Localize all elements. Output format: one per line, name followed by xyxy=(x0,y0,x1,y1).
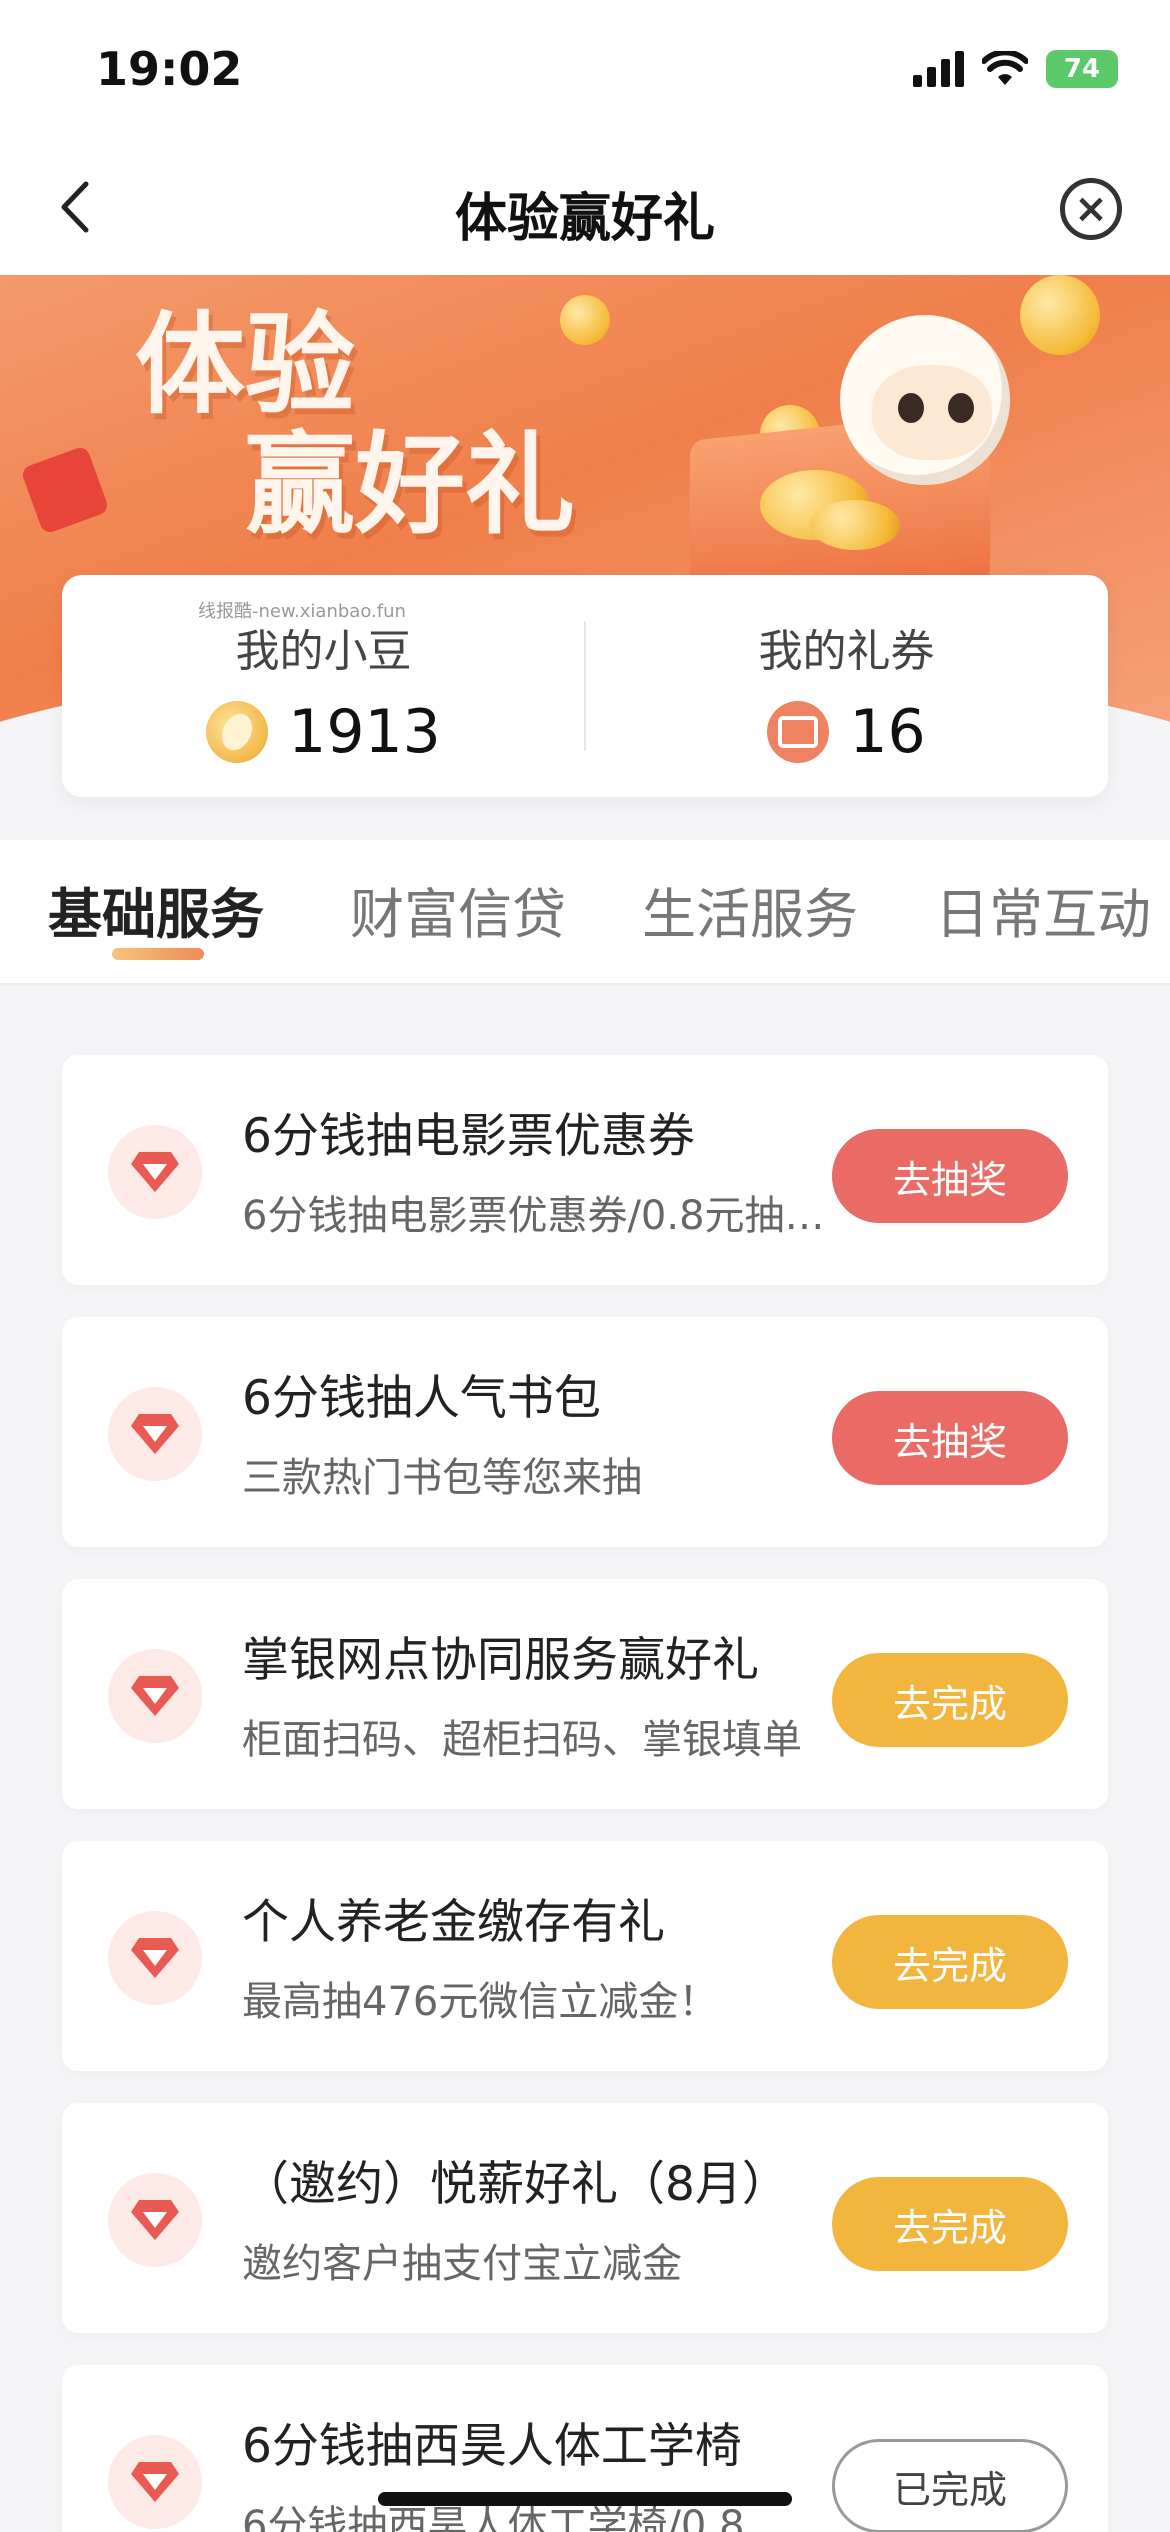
bean-icon xyxy=(206,701,269,763)
task-title: （邀约）悦薪好礼（8月） xyxy=(242,2157,789,2212)
coupons-label: 我的礼券 xyxy=(758,626,935,677)
home-indicator[interactable] xyxy=(378,2492,792,2506)
battery-icon: 74 xyxy=(1046,50,1118,88)
task-description: 柜面扫码、超柜扫码、掌银填单 xyxy=(242,1717,802,1763)
task-title: 6分钱抽人气书包 xyxy=(242,1371,601,1426)
task-description: 最高抽476元微信立减金！ xyxy=(242,1979,719,2025)
red-envelope-decoration xyxy=(20,445,110,535)
task-card: （邀约）悦薪好礼（8月） 邀约客户抽支付宝立减金 去完成 xyxy=(62,2103,1108,2333)
tab-basic-services[interactable]: 基础服务 xyxy=(48,870,264,949)
tab-wealth-credit[interactable]: 财富信贷 xyxy=(350,870,566,949)
task-title: 个人养老金缴存有礼 xyxy=(242,1895,665,1950)
coin-decoration xyxy=(560,295,610,345)
beans-label: 我的小豆 xyxy=(235,626,412,677)
tab-life-services[interactable]: 生活服务 xyxy=(642,870,858,949)
signal-icon xyxy=(913,51,964,87)
task-card: 6分钱抽西昊人体工学椅 6分钱抽西昊人体工学椅/0.8 已完成 xyxy=(62,2365,1108,2532)
wifi-icon xyxy=(982,51,1028,85)
task-description: 6分钱抽电影票优惠券/0.8元抽电影票 xyxy=(242,1193,832,1239)
status-icons: 74 xyxy=(913,50,1118,88)
coupons-value: 16 xyxy=(849,697,926,767)
draw-lottery-button[interactable]: 去抽奖 xyxy=(832,1391,1068,1485)
banner-title-line2: 赢好礼 xyxy=(245,421,575,549)
task-card: 6分钱抽人气书包 三款热门书包等您来抽 去抽奖 xyxy=(62,1317,1108,1547)
watermark: 线报酷-new.xianbao.fun xyxy=(198,601,406,622)
diamond-icon xyxy=(108,2173,202,2267)
mascot-face xyxy=(872,365,992,460)
coin-decoration xyxy=(810,500,900,550)
task-list: 6分钱抽电影票优惠券 6分钱抽电影票优惠券/0.8元抽电影票 去抽奖 6分钱抽人… xyxy=(62,1055,1108,2532)
diamond-icon xyxy=(108,1387,202,1481)
diamond-icon xyxy=(108,1649,202,1743)
complete-task-button[interactable]: 去完成 xyxy=(832,2177,1068,2271)
task-title: 6分钱抽电影票优惠券 xyxy=(242,1109,695,1164)
task-description: 邀约客户抽支付宝立减金 xyxy=(242,2241,682,2287)
tab-daily-interaction[interactable]: 日常互动 xyxy=(935,870,1151,949)
diamond-icon xyxy=(108,2435,202,2529)
diamond-icon xyxy=(108,1125,202,1219)
mascot-eye xyxy=(898,393,924,423)
task-card: 6分钱抽电影票优惠券 6分钱抽电影票优惠券/0.8元抽电影票 去抽奖 xyxy=(62,1055,1108,1285)
task-title: 掌银网点协同服务赢好礼 xyxy=(242,1633,759,1688)
status-bar: 19:02 74 xyxy=(0,0,1170,140)
coupons-stat[interactable]: 我的礼券 16 xyxy=(585,615,1108,767)
close-icon: × xyxy=(1074,186,1108,232)
diamond-icon xyxy=(108,1911,202,2005)
active-tab-indicator xyxy=(112,948,204,960)
complete-task-button[interactable]: 去完成 xyxy=(832,1915,1068,2009)
page-title: 体验赢好礼 xyxy=(454,189,715,249)
task-title: 6分钱抽西昊人体工学椅 xyxy=(242,2419,742,2474)
close-button[interactable]: × xyxy=(1060,178,1122,240)
task-description: 三款热门书包等您来抽 xyxy=(242,1455,642,1501)
beans-stat[interactable]: 我的小豆 1913 xyxy=(62,615,585,767)
draw-lottery-button[interactable]: 去抽奖 xyxy=(832,1129,1068,1223)
complete-task-button[interactable]: 去完成 xyxy=(832,1653,1068,1747)
task-card: 掌银网点协同服务赢好礼 柜面扫码、超柜扫码、掌银填单 去完成 xyxy=(62,1579,1108,1809)
category-tabs: 基础服务 财富信贷 生活服务 日常互动 xyxy=(0,840,1170,985)
beans-value: 1913 xyxy=(288,697,441,767)
coin-decoration xyxy=(1020,275,1100,355)
completed-button[interactable]: 已完成 xyxy=(832,2439,1068,2532)
task-card: 个人养老金缴存有礼 最高抽476元微信立减金！ 去完成 xyxy=(62,1841,1108,2071)
status-time: 19:02 xyxy=(96,42,243,96)
mascot-eye xyxy=(948,393,974,423)
coupon-icon xyxy=(767,701,830,763)
nav-bar: 体验赢好礼 × xyxy=(0,140,1170,275)
